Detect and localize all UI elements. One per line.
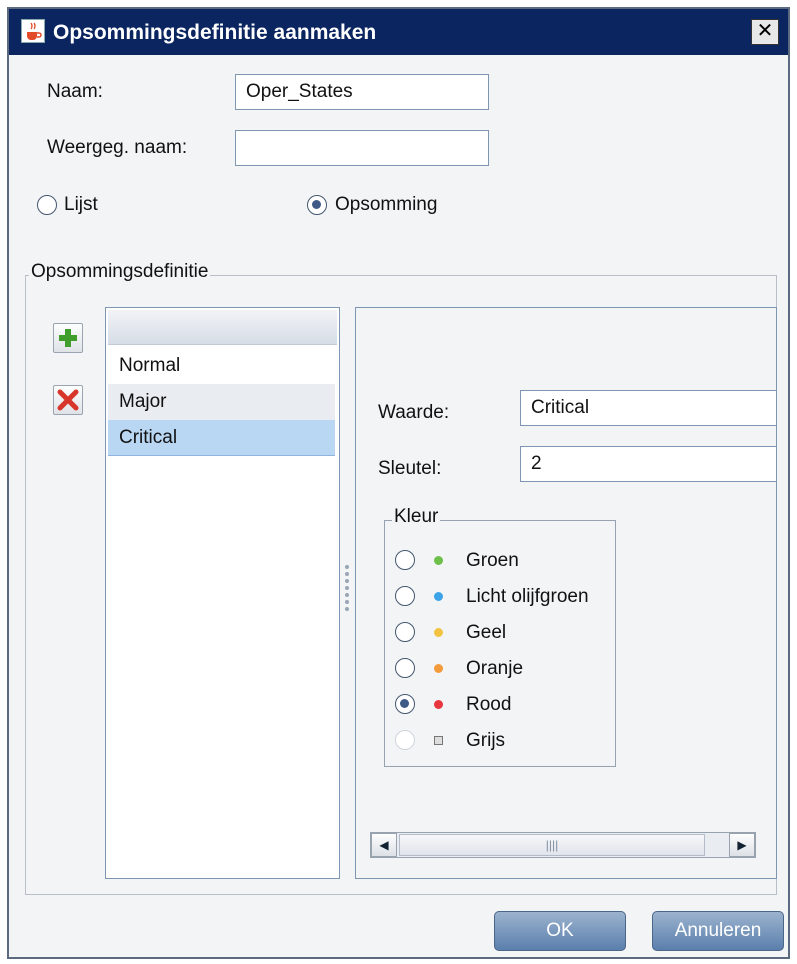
scroll-left-button[interactable]: ◀ bbox=[371, 833, 397, 857]
delete-item-button[interactable] bbox=[53, 385, 83, 415]
list-item-critical[interactable]: Critical bbox=[108, 420, 335, 456]
grijs-label: Grijs bbox=[466, 730, 506, 751]
lijst-label: Lijst bbox=[64, 194, 98, 215]
scrollbar-thumb[interactable]: |||| bbox=[399, 834, 705, 856]
list-item-major[interactable]: Major bbox=[108, 384, 335, 420]
horizontal-scrollbar[interactable]: ◀ |||| ▶ bbox=[370, 832, 756, 858]
yellow-dot-icon bbox=[434, 628, 443, 637]
display-name-label: Weergeg. naam: bbox=[47, 137, 188, 158]
scroll-right-button[interactable]: ▶ bbox=[729, 833, 755, 857]
display-name-input[interactable] bbox=[235, 130, 489, 166]
licht-olijfgroen-radio[interactable] bbox=[395, 586, 415, 606]
items-list[interactable]: Normal Major Critical bbox=[105, 307, 340, 879]
name-input[interactable] bbox=[235, 74, 489, 110]
definition-group-title: Opsommingsdefinitie bbox=[29, 261, 211, 283]
grip-icon: |||| bbox=[545, 838, 559, 852]
delete-x-icon bbox=[57, 389, 79, 411]
close-icon: ✕ bbox=[756, 20, 774, 42]
orange-dot-icon bbox=[434, 664, 443, 673]
groen-radio[interactable] bbox=[395, 550, 415, 570]
title-bar[interactable]: Opsommingsdefinitie aanmaken ✕ bbox=[9, 9, 788, 55]
rood-radio[interactable] bbox=[395, 694, 415, 714]
oranje-radio[interactable] bbox=[395, 658, 415, 678]
grey-square-icon bbox=[434, 736, 443, 745]
dialog-title: Opsommingsdefinitie aanmaken bbox=[53, 21, 377, 44]
plus-icon bbox=[59, 329, 77, 347]
name-label: Naam: bbox=[47, 81, 103, 102]
value-label: Waarde: bbox=[378, 402, 450, 423]
geel-label: Geel bbox=[466, 622, 507, 643]
rood-label: Rood bbox=[466, 694, 512, 715]
java-cup-icon bbox=[21, 19, 45, 43]
close-button[interactable]: ✕ bbox=[751, 19, 779, 45]
add-item-button[interactable] bbox=[53, 323, 83, 353]
arrow-left-icon: ◀ bbox=[379, 838, 389, 852]
key-label: Sleutel: bbox=[378, 458, 442, 479]
list-item-normal[interactable]: Normal bbox=[108, 348, 335, 384]
red-dot-icon bbox=[434, 700, 443, 709]
list-header bbox=[108, 310, 337, 345]
ok-button[interactable]: OK bbox=[494, 911, 626, 951]
lijst-radio[interactable] bbox=[37, 195, 57, 215]
cancel-button[interactable]: Annuleren bbox=[652, 911, 784, 951]
dialog-content: Naam: Weergeg. naam: Lijst Opsomming Ops… bbox=[9, 55, 788, 957]
oranje-label: Oranje bbox=[466, 658, 524, 679]
item-detail-panel: Waarde: Sleutel: Kleur Groen Licht olijf… bbox=[355, 307, 777, 879]
light-blue-dot-icon bbox=[434, 592, 443, 601]
dialog-window: Opsommingsdefinitie aanmaken ✕ Naam: Wee… bbox=[7, 7, 790, 959]
opsomming-radio[interactable] bbox=[307, 195, 327, 215]
groen-label: Groen bbox=[466, 550, 519, 571]
opsomming-label: Opsomming bbox=[335, 194, 438, 215]
grijs-radio bbox=[395, 730, 415, 750]
green-dot-icon bbox=[434, 556, 443, 565]
split-pane-divider[interactable] bbox=[345, 565, 349, 617]
key-input[interactable] bbox=[520, 446, 776, 482]
value-input[interactable] bbox=[520, 390, 776, 426]
color-group-title: Kleur bbox=[392, 506, 441, 528]
geel-radio[interactable] bbox=[395, 622, 415, 642]
arrow-right-icon: ▶ bbox=[737, 838, 747, 852]
licht-olijfgroen-label: Licht olijfgroen bbox=[466, 586, 589, 607]
